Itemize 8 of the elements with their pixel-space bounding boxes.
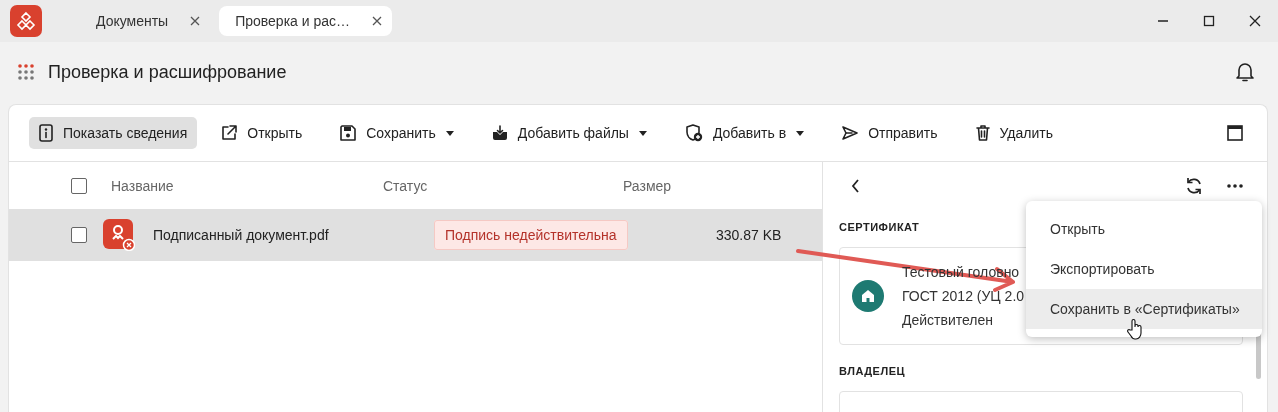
section-title: ВЛАДЕЛЕЦ [839, 365, 905, 377]
section-title: СЕРТИФИКАТ [839, 221, 920, 233]
certificate-line: Действителен [902, 311, 995, 329]
certificate-line: ГОСТ 2012 (УЦ 2.0 [902, 287, 1025, 305]
page-title: Проверка и расшифрование [48, 61, 287, 83]
file-name: Подписанный документ.pdf [153, 227, 330, 243]
file-size: 330.87 KB [716, 227, 782, 243]
status-badge: Подпись недействительна [434, 220, 628, 250]
